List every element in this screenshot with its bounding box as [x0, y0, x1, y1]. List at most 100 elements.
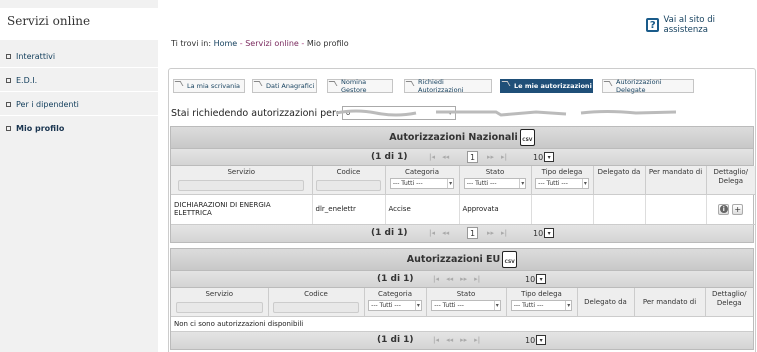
filter-servizio-input[interactable] — [175, 302, 263, 313]
sidebar-item-mio-profilo[interactable]: Mio profilo — [0, 117, 158, 139]
cell-categoria: Accise — [385, 194, 460, 225]
col-label: Categoria — [404, 168, 440, 176]
filter-value: --- Tutti --- — [434, 302, 464, 309]
filter-codice-input[interactable] — [273, 302, 359, 313]
prev-page-icon[interactable]: ◂◂ — [446, 275, 453, 283]
filter-stato-select[interactable]: --- Tutti --- ▾ — [463, 178, 527, 189]
sidebar: Servizi online Interattivi E.D.I. Per i … — [0, 0, 158, 352]
chevron-down-icon: ▾ — [581, 179, 587, 188]
prev-page-icon[interactable]: ◂◂ — [442, 153, 449, 161]
first-page-icon[interactable]: |◂ — [429, 229, 435, 237]
last-page-icon[interactable]: ▸| — [501, 229, 507, 237]
first-page-icon[interactable]: |◂ — [433, 275, 439, 283]
chevron-down-icon: ▾ — [519, 179, 525, 188]
tab-le-mie-autorizzazioni[interactable]: Le mie autorizzazioni — [500, 79, 593, 93]
col-label: Stato — [456, 290, 476, 298]
tab-richiedi-autorizzazioni[interactable]: Richiedi Autorizzazioni — [404, 78, 492, 94]
square-bullet-icon — [6, 125, 11, 131]
filter-servizio-input[interactable] — [178, 180, 305, 191]
sidebar-item-edi[interactable]: E.D.I. — [0, 69, 158, 91]
filter-categoria-select[interactable]: --- Tutti --- ▾ — [368, 300, 422, 311]
filter-value: --- Tutti --- — [513, 302, 544, 309]
pager-arrows-left: |◂ ◂◂ — [429, 229, 449, 237]
tab-nomina-gestore[interactable]: Nomina Gestore — [327, 78, 393, 94]
chevron-down-icon: ▾ — [544, 228, 555, 238]
col-per-mandato: Per mandato di — [634, 288, 706, 317]
prev-page-icon[interactable]: ◂◂ — [442, 229, 449, 237]
last-page-icon[interactable]: ▸| — [474, 275, 480, 283]
cell-stato: Approvata — [459, 194, 532, 225]
chevron-down-icon: ▾ — [447, 179, 453, 188]
rows-per-page[interactable]: 10 ▾ — [525, 274, 547, 284]
rows-per-page[interactable]: 10 ▾ — [525, 335, 547, 345]
tab-autorizzazioni-delegate[interactable]: Autorizzazioni Delegate — [602, 78, 694, 94]
redaction-scribble — [336, 109, 676, 117]
col-label: Per mandato di — [642, 298, 697, 307]
tab-scrivania[interactable]: La mia scrivania — [173, 79, 245, 93]
filter-codice-input[interactable] — [316, 180, 381, 191]
col-stato: Stato --- Tutti --- ▾ — [459, 166, 532, 195]
col-delegato-da: Delegato da — [577, 288, 635, 317]
chevron-down-icon: ▾ — [565, 301, 571, 310]
sidebar-divider — [0, 67, 158, 68]
sidebar-item-dipendenti[interactable]: Per i dipendenti — [0, 93, 158, 115]
request-label: Stai richiedendo autorizzazioni per: — [171, 107, 339, 119]
rows-per-page[interactable]: 10 ▾ — [533, 152, 555, 162]
filter-stato-select[interactable]: --- Tutti --- ▾ — [431, 300, 501, 311]
first-page-icon[interactable]: |◂ — [433, 336, 439, 344]
tab-dati-anagrafici[interactable]: Dati Anagrafici — [252, 79, 317, 93]
plus-button[interactable]: + — [732, 203, 744, 215]
next-page-icon[interactable]: ▸▸ — [460, 336, 467, 344]
prev-page-icon[interactable]: ◂◂ — [446, 336, 453, 344]
last-page-icon[interactable]: ▸| — [501, 153, 507, 161]
filter-value: --- Tutti --- — [538, 180, 568, 187]
col-dettaglio: Dettaglio/ Delega — [706, 166, 755, 195]
square-bullet-icon — [6, 77, 11, 83]
info-button[interactable]: i — [718, 203, 730, 215]
breadcrumb-services[interactable]: Servizi online — [245, 39, 299, 48]
csv-export-icon[interactable]: CSV — [519, 129, 535, 146]
rows-per-page[interactable]: 10 ▾ — [533, 228, 555, 238]
col-label: Servizio — [227, 168, 256, 176]
breadcrumb-home[interactable]: Home — [214, 39, 238, 48]
pager-info: (1 di 1) — [371, 228, 408, 238]
filter-value: --- Tutti --- — [392, 180, 423, 187]
next-page-icon[interactable]: ▸▸ — [487, 229, 494, 237]
filter-tipo-select[interactable]: --- Tutti --- ▾ — [510, 300, 573, 311]
csv-export-icon[interactable]: CSV — [502, 251, 518, 268]
eu-panel: Autorizzazioni EU CSV (1 di 1) |◂ ◂◂ ▸▸ ▸| … — [170, 248, 754, 350]
next-page-icon[interactable]: ▸▸ — [460, 275, 467, 283]
next-page-icon[interactable]: ▸▸ — [487, 153, 494, 161]
rows-value: 10 — [525, 335, 536, 345]
table-header-row: Servizio Codice Categoria --- Tutti --- ▾ … — [171, 288, 753, 317]
page-number[interactable]: 1 — [467, 227, 478, 239]
tab-label: La mia scrivania — [187, 82, 241, 90]
col-servizio: Servizio — [171, 288, 269, 317]
col-delegato-da: Delegato da — [593, 166, 646, 195]
sidebar-item-interattivi[interactable]: Interattivi — [0, 45, 158, 67]
pager-arrows-right: ▸▸ ▸| — [487, 153, 507, 161]
national-pager-bottom: (1 di 1) |◂ ◂◂ 1 ▸▸ ▸| 10 ▾ — [171, 224, 753, 242]
assistance-link[interactable]: ? Vai al sito di assistenza — [646, 15, 757, 35]
eu-header: Autorizzazioni EU CSV — [171, 249, 753, 271]
breadcrumb-separator: - — [237, 39, 246, 48]
eu-table: Servizio Codice Categoria --- Tutti --- ▾ … — [171, 288, 753, 332]
page-number[interactable]: 1 — [467, 151, 478, 163]
national-pager-top: (1 di 1) |◂ ◂◂ 1 ▸▸ ▸| 10 ▾ — [171, 149, 753, 166]
csv-label: CSV — [504, 260, 515, 265]
first-page-icon[interactable]: |◂ — [429, 153, 435, 161]
col-label: Tipo delega — [541, 168, 583, 176]
rows-value: 10 — [533, 152, 544, 162]
breadcrumb: Ti trovi in: Home - Servizi online - Mio… — [171, 39, 349, 48]
assistance-label: Vai al sito di assistenza — [663, 15, 715, 35]
last-page-icon[interactable]: ▸| — [474, 336, 480, 344]
filter-value: --- Tutti --- — [466, 180, 497, 187]
sidebar-item-label: E.D.I. — [16, 75, 38, 85]
filter-value: --- Tutti --- — [371, 302, 401, 309]
pager-info: (1 di 1) — [371, 152, 408, 162]
col-label: Categoria — [377, 290, 413, 298]
sidebar-item-label: Interattivi — [16, 51, 56, 61]
eu-pager-bottom: (1 di 1) |◂ ◂◂ ▸▸ ▸| 10 ▾ — [171, 331, 753, 349]
filter-tipo-select[interactable]: --- Tutti --- ▾ — [535, 178, 589, 189]
filter-categoria-select[interactable]: --- Tutti --- ▾ — [389, 178, 455, 189]
